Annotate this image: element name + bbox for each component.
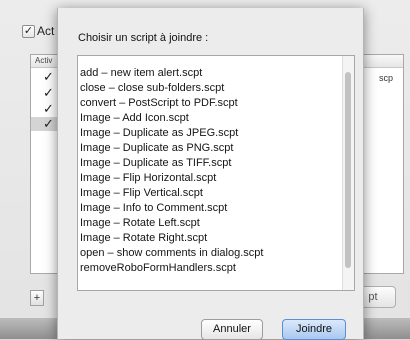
list-item[interactable]: removeRoboFormHandlers.scpt bbox=[78, 261, 343, 276]
enable-folder-actions-checkbox[interactable]: ✓ Act bbox=[22, 24, 54, 38]
vertical-scrollbar[interactable] bbox=[342, 56, 354, 290]
list-item[interactable]: open – show comments in dialog.scpt bbox=[78, 246, 343, 261]
list-item[interactable]: Image – Rotate Right.scpt bbox=[78, 231, 343, 246]
sheet-title: Choisir un script à joindre : bbox=[78, 32, 209, 44]
script-list-items: add – new item alert.scpt close – close … bbox=[78, 66, 343, 276]
script-column-text: scp bbox=[378, 73, 393, 83]
row-checkbox-2[interactable]: ✓ bbox=[43, 86, 54, 99]
list-item[interactable]: Image – Flip Horizontal.scpt bbox=[78, 171, 343, 186]
row-checkbox-3[interactable]: ✓ bbox=[43, 102, 54, 115]
script-list[interactable]: add – new item alert.scpt close – close … bbox=[77, 55, 355, 291]
join-button[interactable]: Joindre bbox=[282, 319, 346, 340]
scroll-thumb[interactable] bbox=[345, 72, 351, 268]
list-item[interactable]: convert – PostScript to PDF.scpt bbox=[78, 96, 343, 111]
enable-checkbox-label: Act bbox=[37, 24, 55, 38]
list-item[interactable]: Image – Duplicate as JPEG.scpt bbox=[78, 126, 343, 141]
cancel-button[interactable]: Annuler bbox=[201, 319, 263, 340]
checkmark-icon: ✓ bbox=[22, 24, 35, 38]
list-item[interactable]: Image – Info to Comment.scpt bbox=[78, 201, 343, 216]
list-item[interactable]: add – new item alert.scpt bbox=[78, 66, 343, 81]
list-item[interactable]: Image – Flip Vertical.scpt bbox=[78, 186, 343, 201]
choose-script-sheet: Choisir un script à joindre : add – new … bbox=[57, 8, 364, 340]
row-checkbox-4[interactable]: ✓ bbox=[43, 117, 54, 130]
row-checkbox-1[interactable]: ✓ bbox=[43, 70, 54, 83]
list-item[interactable]: Image – Add Icon.scpt bbox=[78, 111, 343, 126]
list-item[interactable]: close – close sub-folders.scpt bbox=[78, 81, 343, 96]
list-item[interactable]: Image – Duplicate as PNG.scpt bbox=[78, 141, 343, 156]
add-folder-button[interactable]: + bbox=[30, 290, 44, 306]
list-item[interactable]: Image – Duplicate as TIFF.scpt bbox=[78, 156, 343, 171]
list-item[interactable]: Image – Rotate Left.scpt bbox=[78, 216, 343, 231]
